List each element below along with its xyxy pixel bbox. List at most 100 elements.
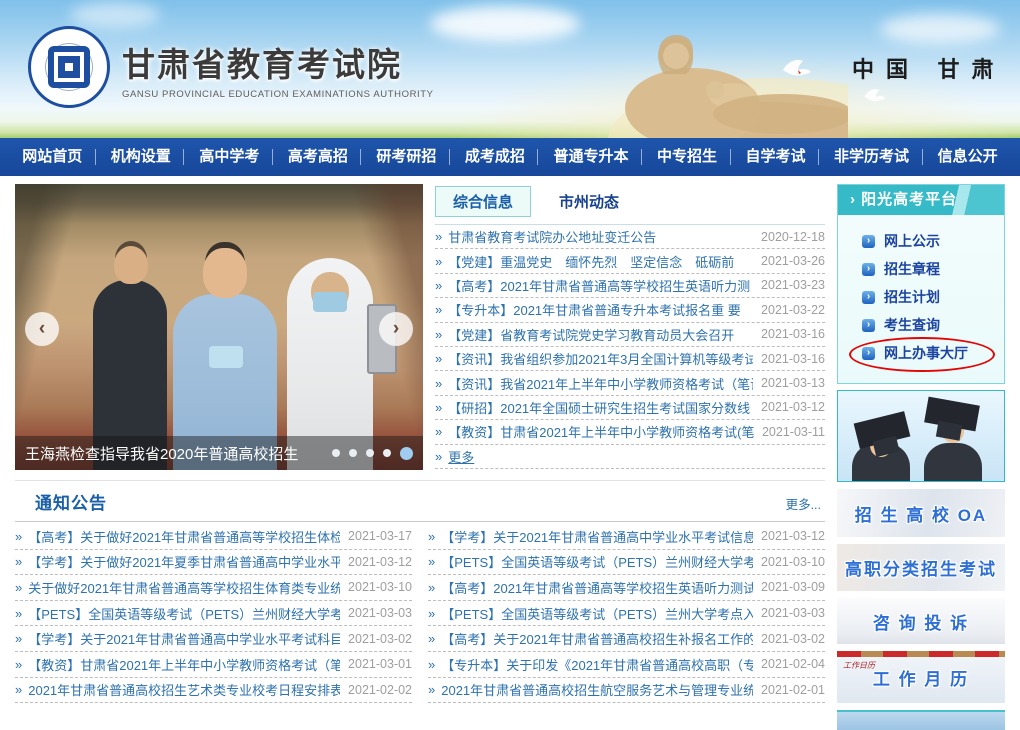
notice-row: »【PETS】全国英语等级考试（PETS）兰州财经大学考点入2021-03-10 [428,550,825,576]
notices-left-column: »【高考】关于做好2021年甘肃省普通高等学校招生体检2021-03-17 »【… [15,524,412,703]
news-date: 2021-03-11 [762,425,825,439]
notice-row: »【学考】关于做好2021年夏季甘肃省普通高中学业水平2021-03-12 [15,550,412,576]
carousel-dot-1[interactable] [332,449,340,457]
carousel-dot-4[interactable] [383,449,391,457]
banner-vocational-classified-exam[interactable]: 高职分类招生考试 [837,544,1005,591]
graduation-cap-icon [924,397,980,432]
news-link[interactable]: 【教资】甘肃省2021年上半年中小学教师资格考试(笔 [448,422,754,441]
notice-date: 2021-03-02 [761,632,825,646]
nav-item-gaokao[interactable]: 高考高招 [278,138,358,176]
banner-admission-oa[interactable]: 招 生 高 校 OA [837,489,1005,537]
double-arrow-icon: » [15,580,22,595]
news-link[interactable]: 【高考】2021年甘肃省普通高等学校招生英语听力测 [448,276,753,295]
nav-item-home[interactable]: 网站首页 [12,138,92,176]
double-arrow-icon: » [435,229,442,244]
news-date: 2021-03-16 [761,327,825,341]
news-date: 2021-03-16 [761,352,825,366]
news-date: 2020-12-18 [761,230,825,244]
arrow-square-icon [862,235,875,248]
notice-link[interactable]: 【学考】关于做好2021年夏季甘肃省普通高中学业水平 [28,552,340,571]
double-arrow-icon: » [15,554,22,569]
carousel-next-button[interactable] [379,312,413,346]
sidebar-link-admission-plan[interactable]: 招生计划 [884,287,940,307]
news-link[interactable]: 【资讯】我省2021年上半年中小学教师资格考试（笔试 [448,374,753,393]
nav-item-secondary[interactable]: 中专招生 [647,138,727,176]
notice-date: 2021-03-17 [348,529,412,543]
banner-work-calendar[interactable]: 工作日历 工 作 月 历 [837,651,1005,703]
nav-item-organization[interactable]: 机构设置 [101,138,181,176]
nav-item-info-disclosure[interactable]: 信息公开 [928,138,1008,176]
notice-row: »【学考】关于2021年甘肃省普通高中学业水平考试信息2021-03-12 [428,524,825,550]
nav-item-highschool-exam[interactable]: 高中学考 [189,138,269,176]
double-arrow-icon: » [428,657,435,672]
news-link[interactable]: 【研招】2021年全国硕士研究生招生考试国家分数线 [448,398,753,417]
notice-link[interactable]: 【PETS】全国英语等级考试（PETS）兰州大学考点入检须 [441,604,753,623]
notice-row: »【高考】关于2021年甘肃省普通高校招生补报名工作的2021-03-02 [428,626,825,652]
notice-link[interactable]: 【高考】关于2021年甘肃省普通高校招生补报名工作的 [441,629,753,648]
news-link[interactable]: 【专升本】2021年甘肃省普通专升本考试报名重 要 [448,300,753,319]
news-row: »【专升本】2021年甘肃省普通专升本考试报名重 要2021-03-22 [435,298,825,322]
double-arrow-icon: » [15,657,22,672]
carousel-caption[interactable]: 王海燕检查指导我省2020年普通高校招生 [25,443,326,464]
double-arrow-icon: » [435,278,442,293]
notice-link[interactable]: 【高考】关于做好2021年甘肃省普通高等学校招生体检 [28,527,340,546]
sidebar-link-candidate-query[interactable]: 考生查询 [884,315,940,335]
news-row: »【高考】2021年甘肃省普通高等学校招生英语听力测2021-03-23 [435,274,825,298]
news-link[interactable]: 【资讯】我省组织参加2021年3月全国计算机等级考试 [448,349,753,368]
notices-title: 通知公告 [35,489,107,514]
nav-item-non-academic[interactable]: 非学历考试 [824,138,919,176]
notice-date: 2021-02-02 [348,683,412,697]
carousel-prev-button[interactable] [25,312,59,346]
graduates-image[interactable] [837,390,1005,482]
notice-link[interactable]: 2021年甘肃省普通高校招生航空服务艺术与管理专业统 [441,680,753,699]
sunshine-gaokao-panel-title: 阳光高考平台 [838,185,1004,215]
notice-link[interactable]: 【高考】2021年甘肃省普通高等学校招生英语听力测试 [441,578,753,597]
notices-section: 通知公告 更多... » 【高考】关于做好2021年甘肃省普通高等学校招生体检 20… [15,480,825,703]
carousel-dot-2[interactable] [349,449,357,457]
nav-item-self-study[interactable]: 自学考试 [736,138,816,176]
nav-item-postgraduate[interactable]: 研考研招 [366,138,446,176]
notice-row: » 2021年甘肃省普通高校招生航空服务艺术与管理专业统 2021-02-01 [428,678,825,704]
double-arrow-icon: » [428,682,435,697]
carousel-photo[interactable] [15,184,423,470]
notice-link[interactable]: 【学考】关于2021年甘肃省普通高中学业水平考试科目 [28,629,340,648]
sidebar-link-online-publicity[interactable]: 网上公示 [884,231,940,251]
notice-link[interactable]: 【PETS】全国英语等级考试（PETS）兰州财经大学考点入 [28,604,340,623]
notice-link[interactable]: 2021年甘肃省普通高校招生艺术类专业校考日程安排表 [28,680,340,699]
sidebar-link-admission-charter[interactable]: 招生章程 [884,259,940,279]
carousel: 王海燕检查指导我省2020年普通高校招生 [15,184,423,470]
sidebar-link-online-service-hall[interactable]: 网上办事大厅 [884,343,968,363]
news-more-link[interactable]: 更多 [448,447,474,466]
notice-date: 2021-02-04 [761,657,825,671]
banner-consultation-complaints[interactable]: 咨 询 投 诉 [837,598,1005,644]
news-link[interactable]: 【党建】重温党史 缅怀先烈 坚定信念 砥砺前 [448,252,753,271]
arrow-square-icon [862,319,875,332]
news-link[interactable]: 【党建】省教育考试院党史学习教育动员大会召开 [448,325,753,344]
tab-city-news[interactable]: 市州动态 [557,187,621,216]
site-subtitle: GANSU PROVINCIAL EDUCATION EXAMINATIONS … [122,89,434,100]
notice-row: »【PETS】全国英语等级考试（PETS）兰州财经大学考点入2021-03-03 [15,601,412,627]
notice-date: 2021-03-09 [761,580,825,594]
nav-item-upgrade[interactable]: 普通专升本 [543,138,638,176]
tab-general-info[interactable]: 综合信息 [435,186,531,217]
cloud-decoration [70,2,160,28]
notice-date: 2021-02-01 [761,683,825,697]
notice-link[interactable]: 【教资】甘肃省2021年上半年中小学教师资格考试（笔试 [28,655,340,674]
notice-link[interactable]: 关于做好2021年甘肃省普通高等学校招生体育类专业统 [28,578,340,597]
notices-more-link[interactable]: 更多... [786,494,821,513]
notice-link[interactable]: 【PETS】全国英语等级考试（PETS）兰州财经大学考点入 [441,552,753,571]
notice-link[interactable]: 【学考】关于2021年甘肃省普通高中学业水平考试信息 [441,527,753,546]
site-header: 甘肃省教育考试院 GANSU PROVINCIAL EDUCATION EXAM… [0,0,1020,138]
carousel-dot-3[interactable] [366,449,374,457]
notice-row: »【高考】关于做好2021年甘肃省普通高等学校招生体检2021-03-17 [15,524,412,550]
nav-item-adult-exam[interactable]: 成考成招 [455,138,535,176]
site-logo[interactable] [28,26,110,108]
sidebar: 阳光高考平台 网上公示 招生章程 招生计划 考生查询 网上办事大厅 招 生 高 … [837,184,1005,730]
carousel-dot-5-active[interactable] [400,447,413,460]
logo-emblem-icon [28,26,110,108]
banner-partial-clipped[interactable] [837,710,1005,730]
double-arrow-icon: » [435,449,442,464]
notice-link[interactable]: 【专升本】关于印发《2021年甘肃省普通高校高职（专科 [441,655,753,674]
double-arrow-icon: » [15,682,22,697]
news-link[interactable]: 甘肃省教育考试院办公地址变迁公告 [448,227,753,246]
